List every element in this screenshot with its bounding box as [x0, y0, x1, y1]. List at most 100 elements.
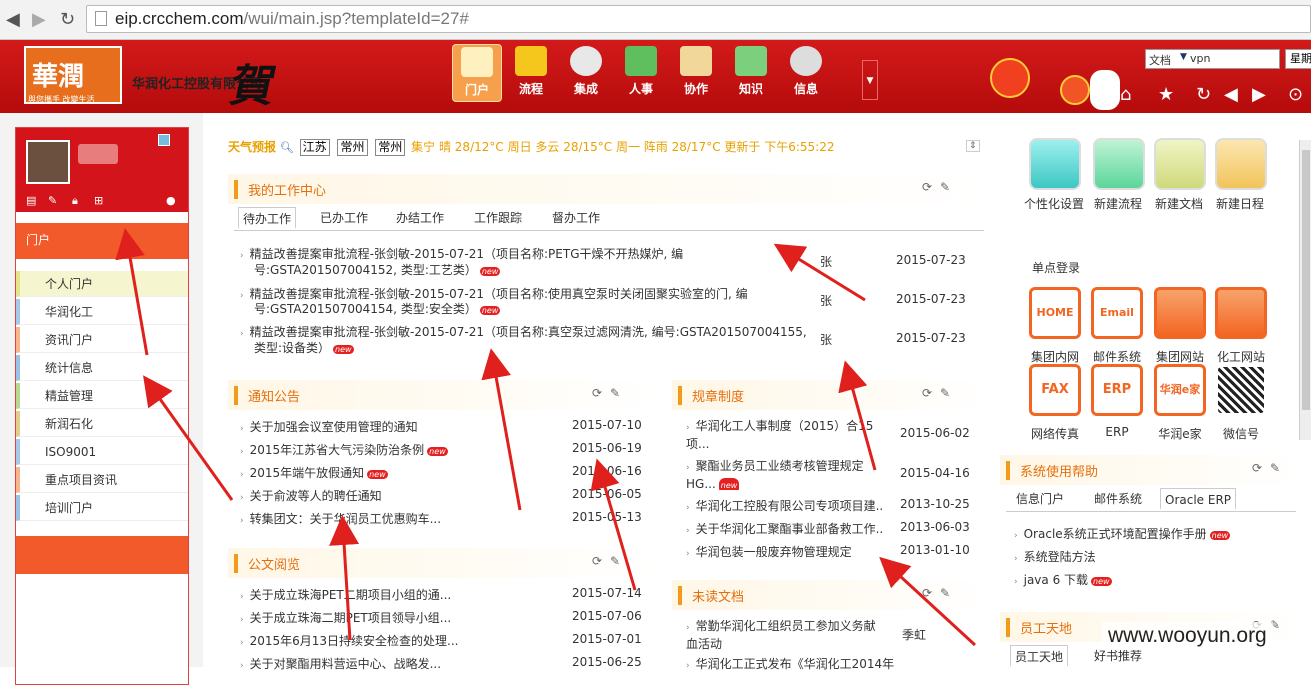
list-item[interactable]: › 关于俞波等人的聘任通知	[240, 487, 560, 504]
menu-circle-icon[interactable]: ⊙	[1288, 84, 1303, 105]
weather-scroll-icon[interactable]: ⇕	[966, 140, 980, 152]
scrollbar[interactable]	[1299, 140, 1311, 440]
lock-icon[interactable]: 🔒︎	[72, 194, 78, 208]
sso-label[interactable]: 集团内网	[1022, 348, 1088, 365]
nav-portal[interactable]: 门户	[452, 44, 502, 102]
chart-icon[interactable]	[1093, 138, 1145, 190]
scrollbar-thumb[interactable]	[1302, 150, 1310, 410]
sso-8-icon[interactable]	[1215, 364, 1267, 416]
tab-done[interactable]: 已办工作	[316, 207, 372, 229]
portal-heading[interactable]: 门户	[16, 223, 188, 259]
province-select[interactable]: 江苏	[299, 139, 330, 156]
list-item[interactable]: › 华润化工人事制度（2015）合15项...	[686, 418, 882, 450]
settings-icon[interactable]: ✎	[1270, 461, 1280, 475]
work-row-cont[interactable]: 号:GSTA201507004154, 类型:安全类） new	[254, 300, 804, 317]
list-item[interactable]: › 系统登陆方法	[1014, 548, 1284, 565]
sso-4-icon[interactable]	[1215, 287, 1267, 339]
book-icon[interactable]: ▤	[26, 194, 36, 207]
star-icon[interactable]: ★	[1158, 84, 1174, 105]
refresh-icon[interactable]: ⟳	[592, 386, 602, 400]
list-item[interactable]: › 关于加强会议室使用管理的通知	[240, 418, 560, 435]
city-select[interactable]: 常州	[337, 139, 368, 156]
list-item[interactable]: › 2015年端午放假通知 new	[240, 464, 560, 481]
work-row[interactable]: › 精益改善提案审批流程-张剑敏-2015-07-21（项目名称:PETG干燥不开…	[240, 245, 810, 262]
calendar-icon[interactable]	[1215, 138, 1267, 190]
sidebar-item-iso[interactable]: ISO9001	[16, 439, 188, 465]
tab-tracking[interactable]: 工作跟踪	[470, 207, 526, 229]
list-item[interactable]: › 关于成立珠海二期PET项目领导小组...	[240, 609, 560, 626]
online-icon[interactable]: ●	[166, 194, 176, 207]
sso-label[interactable]: 华润e家	[1147, 425, 1213, 442]
list-item[interactable]: › 关于华润化工聚酯事业部备救工作...	[686, 520, 882, 537]
unread-item[interactable]: › 华润化工正式发布《华润化工2014年	[686, 655, 896, 672]
unread-item[interactable]: › 常勤华润化工组织员工参加义务献血活动	[686, 618, 882, 650]
tab-finished[interactable]: 办结工作	[392, 207, 448, 229]
sso-1-icon[interactable]: HOME	[1029, 287, 1081, 339]
list-item[interactable]: › 聚酯业务员工业绩考核管理规定HG... new	[686, 458, 882, 490]
list-item[interactable]: › 华润包装一般废弃物管理规定	[686, 543, 882, 560]
work-row-cont[interactable]: 类型:设备类） new	[254, 339, 804, 356]
settings-icon[interactable]: ✎	[610, 386, 620, 400]
back-icon[interactable]: ◀	[6, 9, 20, 30]
work-row[interactable]: › 精益改善提案审批流程-张剑敏-2015-07-21（项目名称:真空泵过滤网清洗…	[240, 323, 810, 340]
list-item[interactable]: › 2015年江苏省大气污染防治条例 new	[240, 441, 560, 458]
settings-icon[interactable]: ✎	[610, 554, 620, 568]
sidebar-item-crc-chem[interactable]: 华润化工	[16, 299, 188, 325]
app-label[interactable]: 新建文档	[1144, 195, 1214, 212]
sso-label[interactable]: 网络传真	[1022, 425, 1088, 442]
refresh-icon[interactable]: ⟳	[922, 386, 932, 400]
org-icon[interactable]: ⊞	[94, 194, 103, 207]
forward-icon[interactable]: ▶	[32, 9, 46, 30]
sso-label[interactable]: 邮件系统	[1084, 348, 1150, 365]
app-label[interactable]: 个性化设置	[1019, 195, 1089, 212]
sso-label[interactable]: ERP	[1084, 425, 1150, 439]
sidebar-item-personal[interactable]: 个人门户	[16, 271, 188, 297]
app-label[interactable]: 新建流程	[1083, 195, 1153, 212]
list-item[interactable]: › 转集团文：关于华润员工优惠购车...	[240, 510, 560, 527]
home-small-icon[interactable]: ⌂	[1120, 84, 1131, 105]
search-box[interactable]: 文档 ▼ vpn	[1145, 49, 1280, 69]
sso-3-icon[interactable]	[1154, 287, 1206, 339]
theme-icon[interactable]	[158, 134, 170, 146]
search-scope[interactable]: 文档	[1149, 52, 1171, 68]
settings-icon[interactable]: ✎	[940, 586, 950, 600]
search-button[interactable]: 星期	[1285, 49, 1311, 69]
nav-knowledge[interactable]: 知识	[726, 44, 776, 102]
list-item[interactable]: › 2015年6月13日持续安全检查的处理...	[240, 632, 560, 649]
sidebar-item-training[interactable]: 培训门户	[16, 495, 188, 521]
wrench-icon[interactable]	[1029, 138, 1081, 190]
list-item[interactable]: › Oracle系统正式环境配置操作手册 new	[1014, 525, 1284, 542]
nav-info[interactable]: 信息	[781, 44, 831, 102]
tab-todo[interactable]: 待办工作	[238, 207, 297, 229]
avatar[interactable]	[26, 140, 70, 184]
search-input[interactable]: vpn	[1190, 52, 1210, 65]
sso-2-icon[interactable]: Email	[1091, 287, 1143, 339]
sso-label[interactable]: 集团网站	[1147, 348, 1213, 365]
refresh-icon[interactable]: ↻	[1196, 84, 1211, 105]
sidebar-item-lean[interactable]: 精益管理	[16, 383, 188, 409]
company-logo[interactable]: 華潤 與您攜手 改變生活	[24, 46, 122, 104]
tab-oracle-erp[interactable]: Oracle ERP	[1160, 488, 1237, 510]
work-row-cont[interactable]: 号:GSTA201507004152, 类型:工艺类） new	[254, 261, 804, 278]
sso-6-icon[interactable]: ERP	[1091, 364, 1143, 416]
address-bar[interactable]: eip.crcchem.com/wui/main.jsp?templateId=…	[86, 5, 1311, 33]
tab-mail[interactable]: 邮件系统	[1090, 488, 1146, 510]
nav-hr[interactable]: 人事	[616, 44, 666, 102]
sidebar-item-news[interactable]: 资讯门户	[16, 327, 188, 353]
sso-5-icon[interactable]: FAX	[1029, 364, 1081, 416]
refresh-icon[interactable]: ⟳	[592, 554, 602, 568]
refresh-icon[interactable]: ⟳	[922, 180, 932, 194]
sidebar-item-stats[interactable]: 统计信息	[16, 355, 188, 381]
nav-workflow[interactable]: 流程	[506, 44, 556, 102]
list-item[interactable]: › java 6 下载 new	[1014, 571, 1284, 588]
back-icon[interactable]: ◀	[1224, 84, 1238, 105]
sso-label[interactable]: 化工网站	[1208, 348, 1274, 365]
forward-icon[interactable]: ▶	[1252, 84, 1266, 105]
nav-integration[interactable]: 集成	[561, 44, 611, 102]
document-icon[interactable]	[1154, 138, 1206, 190]
search-icon[interactable]: 🔍︎	[280, 141, 294, 154]
sidebar-item-xinrun[interactable]: 新润石化	[16, 411, 188, 437]
sidebar-item-key-projects[interactable]: 重点项目资讯	[16, 467, 188, 493]
tab-supervise[interactable]: 督办工作	[548, 207, 604, 229]
note-icon[interactable]: ✎	[48, 194, 57, 207]
